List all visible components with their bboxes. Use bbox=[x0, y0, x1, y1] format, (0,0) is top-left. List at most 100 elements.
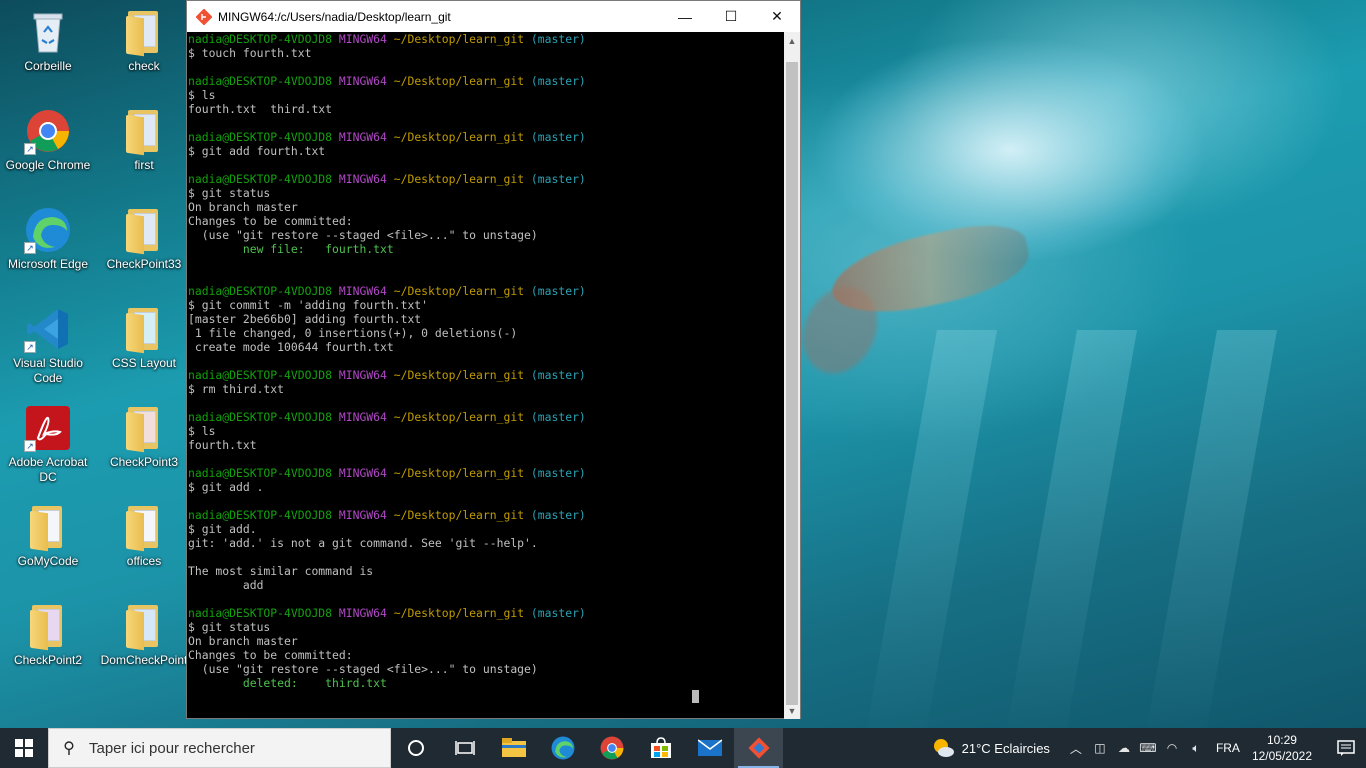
git-bash-icon bbox=[196, 8, 212, 25]
desktop-icon-label: Microsoft Edge bbox=[7, 257, 89, 271]
desktop-icon-label: offices bbox=[126, 554, 162, 568]
desktop-icon-gomycode[interactable]: GoMyCode bbox=[0, 503, 96, 569]
desktop-icon-check[interactable]: check bbox=[96, 8, 192, 74]
prompt-separator bbox=[387, 508, 394, 522]
show-hidden-icons-chevron-icon[interactable]: ︿ bbox=[1064, 740, 1088, 757]
taskbar-mail[interactable] bbox=[685, 728, 734, 768]
scroll-down-icon[interactable]: ▼ bbox=[784, 702, 800, 719]
prompt-branch: (master) bbox=[530, 172, 586, 186]
terminal-output-line: Changes to be committed: bbox=[188, 648, 353, 662]
desktop-icon-chrome[interactable]: ↗ Google Chrome bbox=[0, 107, 96, 173]
desktop-icon-first[interactable]: first bbox=[96, 107, 192, 173]
desktop-icon-corbeille[interactable]: Corbeille bbox=[0, 8, 96, 74]
wifi-icon[interactable]: ◠ bbox=[1160, 741, 1184, 755]
scrollbar-thumb[interactable] bbox=[786, 62, 798, 705]
taskbar-chrome[interactable] bbox=[587, 728, 636, 768]
wallpaper-light-ray bbox=[862, 330, 998, 750]
task-view-button[interactable] bbox=[440, 728, 489, 768]
terminal-output-line: $ git commit -m 'adding fourth.txt' bbox=[188, 298, 429, 312]
shortcut-arrow-icon: ↗ bbox=[24, 242, 36, 254]
taskbar-git-bash[interactable] bbox=[734, 728, 783, 768]
desktop-icon-checkpoint2[interactable]: CheckPoint2 bbox=[0, 602, 96, 668]
prompt-separator bbox=[387, 74, 394, 88]
taskbar: ⚲ Taper ici pour rechercher 21°C Eclairc… bbox=[0, 728, 1366, 768]
close-button[interactable]: ✕ bbox=[754, 1, 800, 32]
prompt-separator bbox=[387, 368, 394, 382]
prompt-separator bbox=[332, 284, 339, 298]
desktop-icon-vscode[interactable]: ↗ Visual Studio Code bbox=[0, 305, 96, 386]
terminal-output-line: git: 'add.' is not a git command. See 'g… bbox=[188, 536, 538, 550]
volume-icon[interactable]: 🔈︎ bbox=[1184, 741, 1208, 756]
store-icon bbox=[650, 737, 671, 758]
desktop-icon-offices[interactable]: offices bbox=[96, 503, 192, 569]
weather-widget[interactable]: 21°C Eclaircies bbox=[932, 737, 1050, 759]
prompt-branch: (master) bbox=[530, 466, 586, 480]
taskbar-search-input[interactable]: ⚲ Taper ici pour rechercher bbox=[48, 728, 391, 768]
prompt-user: nadia@DESKTOP-4VDOJD8 bbox=[188, 130, 333, 144]
start-button[interactable] bbox=[0, 728, 48, 768]
terminal-output-line: $ rm third.txt bbox=[188, 382, 285, 396]
prompt-path: ~/Desktop/learn_git bbox=[393, 130, 525, 144]
desktop-icon-checkpoint33[interactable]: CheckPoint33 bbox=[96, 206, 192, 272]
prompt-shell: MINGW64 bbox=[338, 172, 387, 186]
maximize-button[interactable]: ☐ bbox=[708, 1, 754, 32]
prompt-separator bbox=[524, 466, 531, 480]
prompt-branch: (master) bbox=[530, 606, 586, 620]
prompt-shell: MINGW64 bbox=[338, 410, 387, 424]
prompt-shell: MINGW64 bbox=[338, 606, 387, 620]
prompt-branch: (master) bbox=[530, 508, 586, 522]
language-indicator[interactable]: FRA bbox=[1216, 741, 1240, 755]
prompt-separator bbox=[387, 130, 394, 144]
prompt-separator bbox=[524, 284, 531, 298]
terminal-window[interactable]: MINGW64:/c/Users/nadia/Desktop/learn_git… bbox=[186, 0, 801, 719]
desktop-icon-label: Visual Studio Code bbox=[13, 356, 83, 385]
chrome-icon bbox=[600, 736, 623, 760]
prompt-user: nadia@DESKTOP-4VDOJD8 bbox=[188, 284, 333, 298]
prompt-shell: MINGW64 bbox=[338, 130, 387, 144]
taskbar-file-explorer[interactable] bbox=[489, 728, 538, 768]
desktop-icon-label: DomCheckPoint bbox=[100, 653, 188, 667]
terminal-scrollbar[interactable]: ▲ ▼ bbox=[784, 32, 800, 719]
terminal-output-line: fourth.txt third.txt bbox=[188, 102, 333, 116]
desktop-icon-checkpoint3[interactable]: CheckPoint3 bbox=[96, 404, 192, 470]
desktop-icon-domcheckpoint[interactable]: DomCheckPoint bbox=[96, 602, 192, 668]
folder-icon bbox=[120, 8, 168, 57]
window-titlebar[interactable]: MINGW64:/c/Users/nadia/Desktop/learn_git… bbox=[187, 1, 800, 32]
meet-now-icon[interactable]: ◫ bbox=[1088, 741, 1112, 755]
notification-icon bbox=[1337, 740, 1355, 756]
input-method-icon[interactable]: ⌨ bbox=[1136, 741, 1160, 755]
prompt-separator bbox=[332, 606, 339, 620]
desktop-icon-css-layout[interactable]: CSS Layout bbox=[96, 305, 192, 371]
terminal-output[interactable]: nadia@DESKTOP-4VDOJD8 MINGW64 ~/Desktop/… bbox=[187, 32, 785, 719]
prompt-separator bbox=[332, 368, 339, 382]
desktop-icon-label: check bbox=[128, 59, 160, 73]
terminal-output-line: $ git add fourth.txt bbox=[188, 144, 326, 158]
scroll-up-icon[interactable]: ▲ bbox=[784, 32, 800, 49]
prompt-path: ~/Desktop/learn_git bbox=[393, 74, 525, 88]
terminal-prompt-line: nadia@DESKTOP-4VDOJD8 MINGW64 ~/Desktop/… bbox=[188, 606, 785, 620]
terminal-status-line: new file: fourth.txt bbox=[188, 242, 394, 256]
clock[interactable]: 10:29 12/05/2022 bbox=[1252, 732, 1312, 764]
taskbar-edge[interactable] bbox=[538, 728, 587, 768]
desktop-icon-edge[interactable]: ↗ Microsoft Edge bbox=[0, 206, 96, 272]
weather-text: 21°C Eclaircies bbox=[961, 740, 1050, 756]
taskbar-store[interactable] bbox=[636, 728, 685, 768]
terminal-status-line: deleted: third.txt bbox=[188, 676, 387, 690]
folder-icon bbox=[120, 602, 168, 651]
prompt-path: ~/Desktop/learn_git bbox=[393, 32, 525, 46]
prompt-branch: (master) bbox=[530, 368, 586, 382]
notification-center-button[interactable] bbox=[1326, 728, 1366, 768]
minimize-button[interactable]: — bbox=[662, 1, 708, 32]
cortana-button[interactable] bbox=[391, 728, 440, 768]
onedrive-cloud-icon[interactable]: ☁ bbox=[1112, 741, 1136, 755]
terminal-output-line: fourth.txt bbox=[188, 438, 257, 452]
prompt-branch: (master) bbox=[530, 130, 586, 144]
desktop-icon-label: Google Chrome bbox=[5, 158, 91, 172]
desktop-icon-acrobat[interactable]: ↗ Adobe Acrobat DC bbox=[0, 404, 96, 485]
terminal-output-line: $ touch fourth.txt bbox=[188, 46, 312, 60]
prompt-user: nadia@DESKTOP-4VDOJD8 bbox=[188, 466, 333, 480]
prompt-path: ~/Desktop/learn_git bbox=[393, 508, 525, 522]
